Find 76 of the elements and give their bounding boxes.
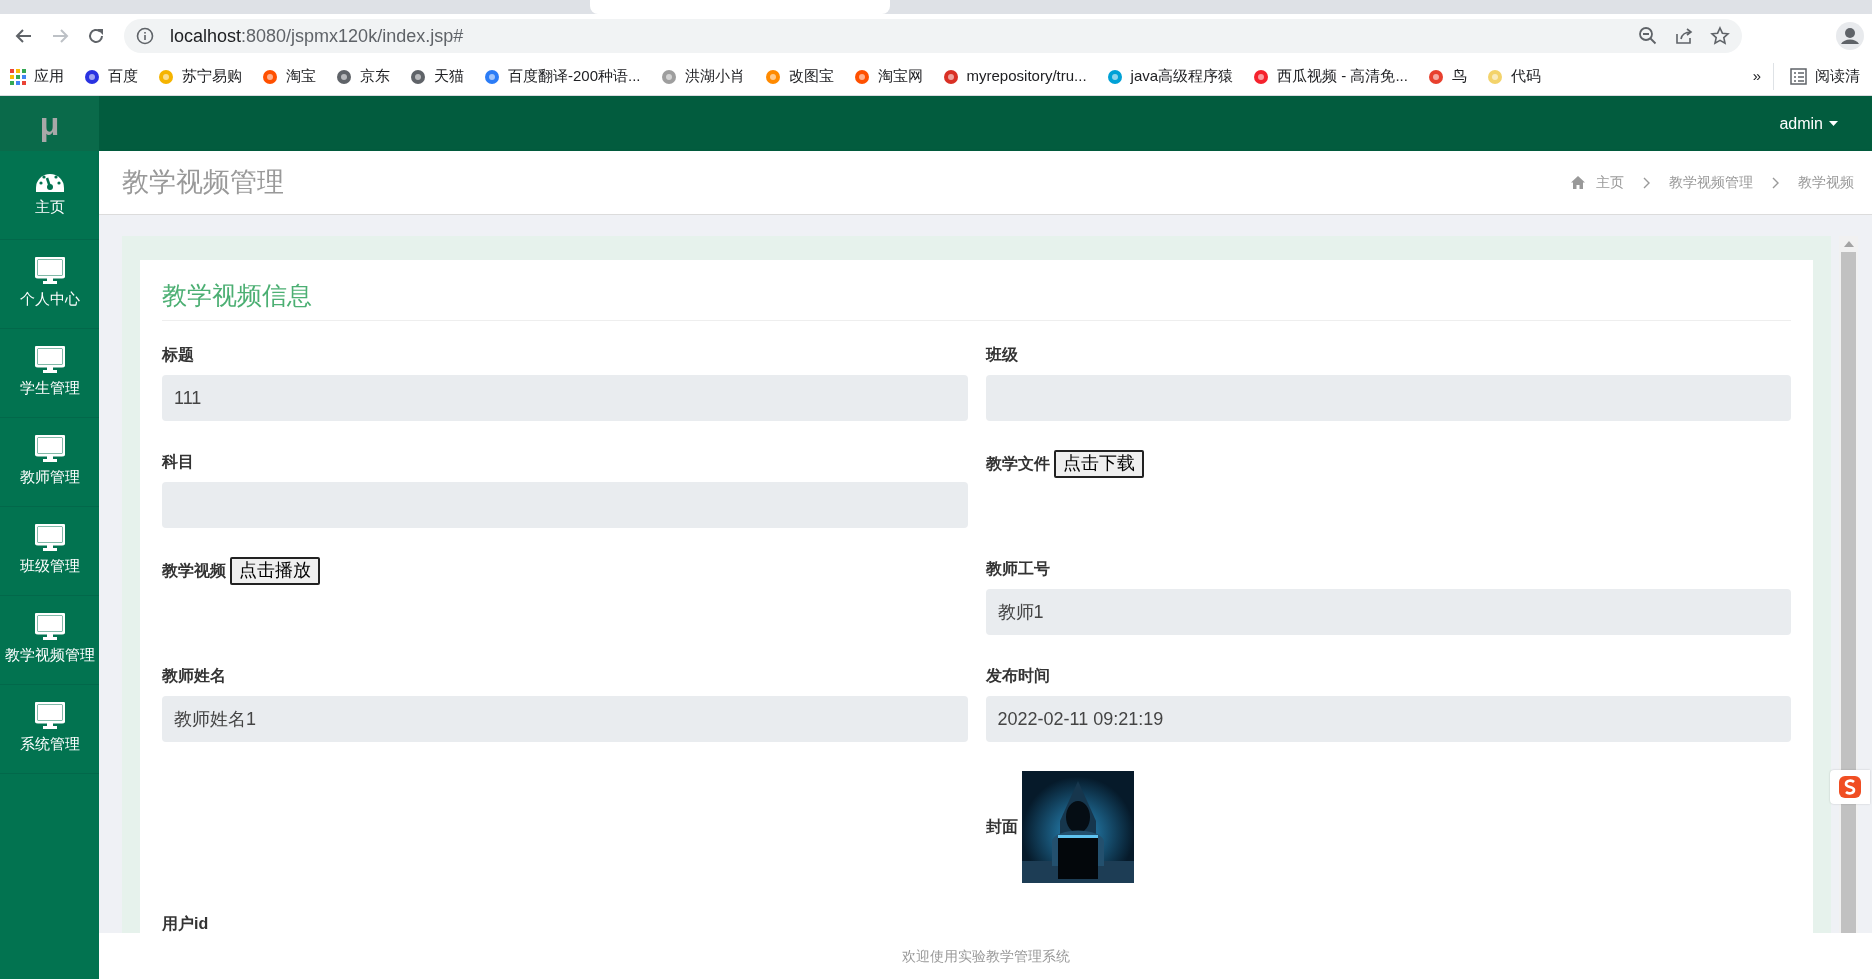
site-icon: [262, 68, 278, 85]
reading-list-button[interactable]: 阅读清: [1773, 63, 1868, 90]
input-field[interactable]: 教师1: [985, 589, 1791, 635]
bookmark-link[interactable]: 淘宝网: [845, 63, 931, 90]
action-button[interactable]: 点击下载: [1053, 450, 1144, 478]
field-label: 教师工号: [985, 559, 1051, 579]
monitor-icon: [34, 613, 65, 641]
list-icon: [1790, 68, 1807, 85]
reload-icon: [86, 26, 106, 46]
bookmark-link[interactable]: 淘宝: [254, 63, 324, 90]
site-icon: [336, 68, 352, 85]
scrollbar[interactable]: [1839, 236, 1858, 933]
site-icon: [942, 68, 959, 85]
field-label: 教学文件: [985, 453, 1050, 474]
monitor-icon: [34, 524, 65, 552]
floating-tool-icon[interactable]: [1838, 775, 1862, 799]
chevron-icon: [1642, 176, 1651, 189]
monitor-icon: [34, 435, 65, 463]
site-icon: [764, 68, 781, 85]
more-bookmarks-button[interactable]: »: [1744, 63, 1769, 90]
site-icon: [1486, 68, 1503, 85]
caret-icon: [1829, 121, 1838, 126]
input-field[interactable]: 111: [162, 375, 968, 421]
site-icon: [1106, 68, 1123, 85]
user-menu-button[interactable]: admin: [1773, 110, 1844, 137]
bookmark-link[interactable]: 西瓜视频 - 高清免...: [1245, 63, 1416, 90]
site-icon: [410, 68, 426, 85]
bookmark-link[interactable]: java高级程序猿: [1098, 63, 1242, 90]
field-label: 封面: [985, 817, 1018, 837]
page-title: 教学视频管理: [122, 166, 284, 199]
field-label: 教学视频: [162, 560, 226, 581]
bookmark-link[interactable]: 天猫: [402, 63, 472, 90]
sidebar-item[interactable]: 主页: [0, 151, 99, 240]
action-button[interactable]: 点击播放: [230, 557, 320, 585]
bookmark-link[interactable]: 洪湖小肖: [652, 63, 753, 90]
app-logo: μ: [0, 96, 99, 151]
home-icon: [1570, 175, 1586, 190]
bookmark-link[interactable]: 应用: [2, 63, 72, 90]
bookmark-link[interactable]: 百度翻译-200种语...: [476, 63, 649, 90]
bookmark-link[interactable]: myrepository/tru...: [934, 63, 1095, 90]
footer-text: 欢迎使用实验教学管理系统: [901, 946, 1070, 966]
field-label: 标题: [162, 345, 195, 365]
input-field[interactable]: 2022-02-11 09:21:19: [985, 696, 1791, 742]
url-text: localhost:8080/jspmx120k/index.jsp#: [170, 24, 464, 48]
profile-avatar[interactable]: [1836, 22, 1864, 50]
star-icon[interactable]: [1710, 26, 1730, 46]
apps-icon: [10, 68, 26, 85]
share-icon[interactable]: [1674, 26, 1694, 46]
chevron-icon: [1771, 176, 1780, 189]
site-icon: [84, 68, 100, 85]
site-icon: [660, 68, 677, 85]
bookmark-link[interactable]: 苏宁易购: [150, 63, 250, 90]
field-label: 用户id: [162, 914, 210, 933]
site-icon: [158, 68, 174, 85]
bookmark-link[interactable]: 京东: [328, 63, 398, 90]
info-icon[interactable]: [136, 27, 154, 45]
site-icon: [1427, 68, 1444, 85]
zoom-out-icon[interactable]: [1638, 26, 1658, 46]
site-icon: [1253, 68, 1270, 85]
field-label: 科目: [162, 452, 195, 472]
field-label: 教师姓名: [162, 666, 227, 686]
site-icon: [853, 68, 870, 85]
input-field[interactable]: 教师姓名1: [162, 696, 968, 742]
monitor-icon: [34, 702, 65, 730]
field-label: 班级: [985, 345, 1019, 365]
bookmark-link[interactable]: 改图宝: [756, 63, 842, 90]
card-title: 教学视频信息: [162, 280, 1791, 321]
monitor-icon: [34, 257, 65, 285]
field-label: 发布时间: [985, 666, 1051, 686]
monitor-icon: [34, 346, 65, 374]
site-icon: [484, 68, 500, 85]
bookmark-link[interactable]: 百度: [76, 63, 146, 90]
address-bar[interactable]: localhost:8080/jspmx120k/index.jsp#: [124, 19, 1742, 53]
bookmark-link[interactable]: 鸟: [1419, 63, 1475, 90]
dashboard-icon: [35, 171, 64, 192]
bookmark-link[interactable]: 代码: [1478, 63, 1549, 90]
